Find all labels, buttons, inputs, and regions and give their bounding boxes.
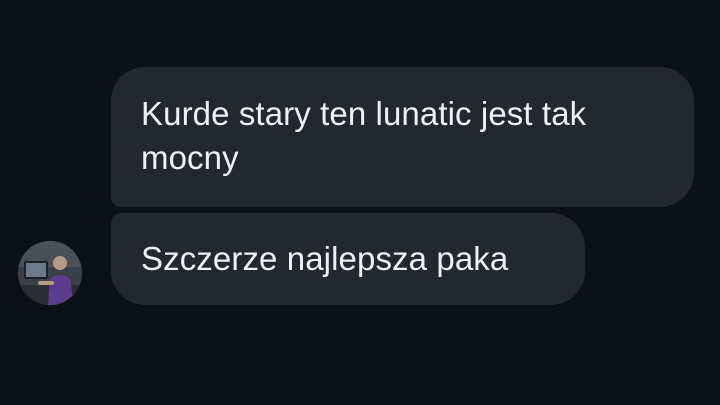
- message-text: Kurde stary ten lunatic jest tak mocny: [141, 95, 587, 176]
- chat-thread: Kurde stary ten lunatic jest tak mocny S…: [0, 0, 720, 405]
- avatar-photo: [18, 241, 82, 305]
- message-bubble[interactable]: Kurde stary ten lunatic jest tak mocny: [111, 67, 694, 207]
- message-text: Szczerze najlepsza paka: [141, 240, 509, 277]
- message-bubble[interactable]: Szczerze najlepsza paka: [111, 213, 585, 305]
- avatar[interactable]: [18, 241, 82, 305]
